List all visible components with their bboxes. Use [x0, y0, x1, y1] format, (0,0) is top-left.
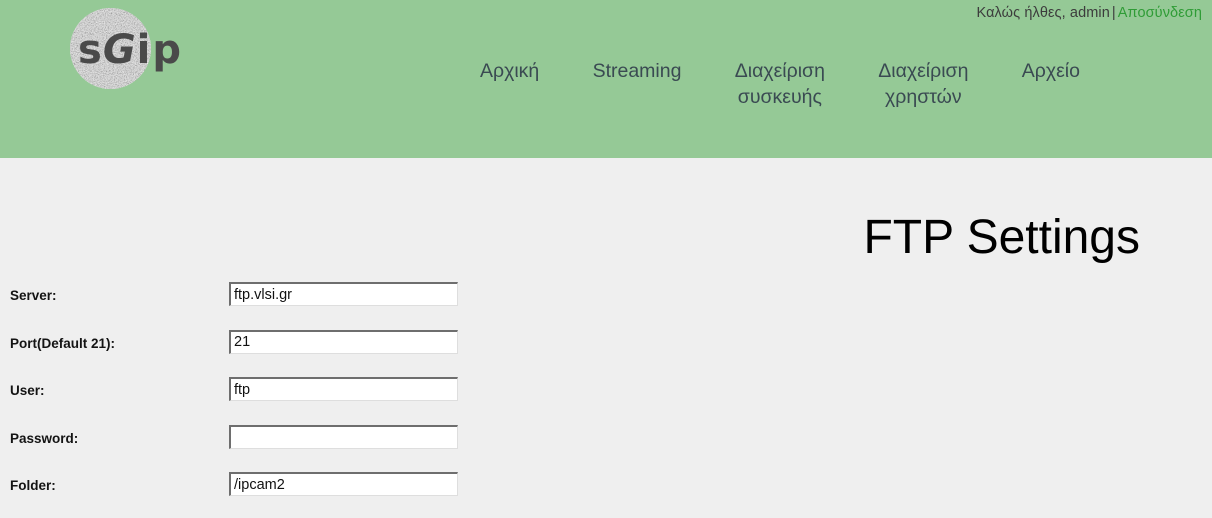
field-row-folder: Folder: — [0, 467, 600, 515]
nav-item-device-management[interactable]: Διαχείριση συσκευής — [735, 58, 825, 110]
label-user: User: — [10, 383, 45, 398]
field-row-password: Password: — [0, 420, 600, 468]
nav-item-streaming[interactable]: Streaming — [593, 58, 682, 84]
main-navigation: Αρχική Streaming Διαχείριση συσκευής Δια… — [480, 58, 1080, 110]
label-folder: Folder: — [10, 478, 56, 493]
site-header: Καλώς ήλθες, admin | Αποσύνδεση sGip Αρχ… — [0, 0, 1212, 158]
label-password: Password: — [10, 430, 79, 446]
welcome-bar: Καλώς ήλθες, admin | Αποσύνδεση — [976, 5, 1202, 21]
folder-input[interactable] — [229, 472, 458, 496]
logout-link[interactable]: Αποσύνδεση — [1118, 5, 1202, 21]
port-input[interactable] — [229, 329, 458, 354]
logo-noise-disc-icon — [70, 8, 151, 89]
server-input[interactable] — [229, 282, 458, 306]
site-logo[interactable]: sGip — [70, 8, 270, 98]
label-server: Server: — [10, 288, 57, 303]
nav-item-archive[interactable]: Αρχείο — [1022, 58, 1080, 84]
nav-item-arxiki[interactable]: Αρχική — [480, 58, 539, 84]
page-title: FTP Settings — [863, 211, 1140, 265]
field-row-user: User: — [0, 372, 600, 420]
welcome-text: Καλώς ήλθες, admin — [976, 5, 1110, 21]
ftp-settings-form: Server: Port(Default 21): User: Password… — [0, 277, 600, 515]
field-row-server: Server: — [0, 277, 600, 325]
user-input[interactable] — [229, 377, 458, 401]
field-row-port: Port(Default 21): — [0, 325, 600, 373]
welcome-separator: | — [1111, 5, 1116, 21]
nav-item-user-management[interactable]: Διαχείριση χρηστών — [878, 58, 968, 110]
password-input[interactable] — [229, 424, 458, 449]
label-port: Port(Default 21): — [10, 335, 116, 351]
